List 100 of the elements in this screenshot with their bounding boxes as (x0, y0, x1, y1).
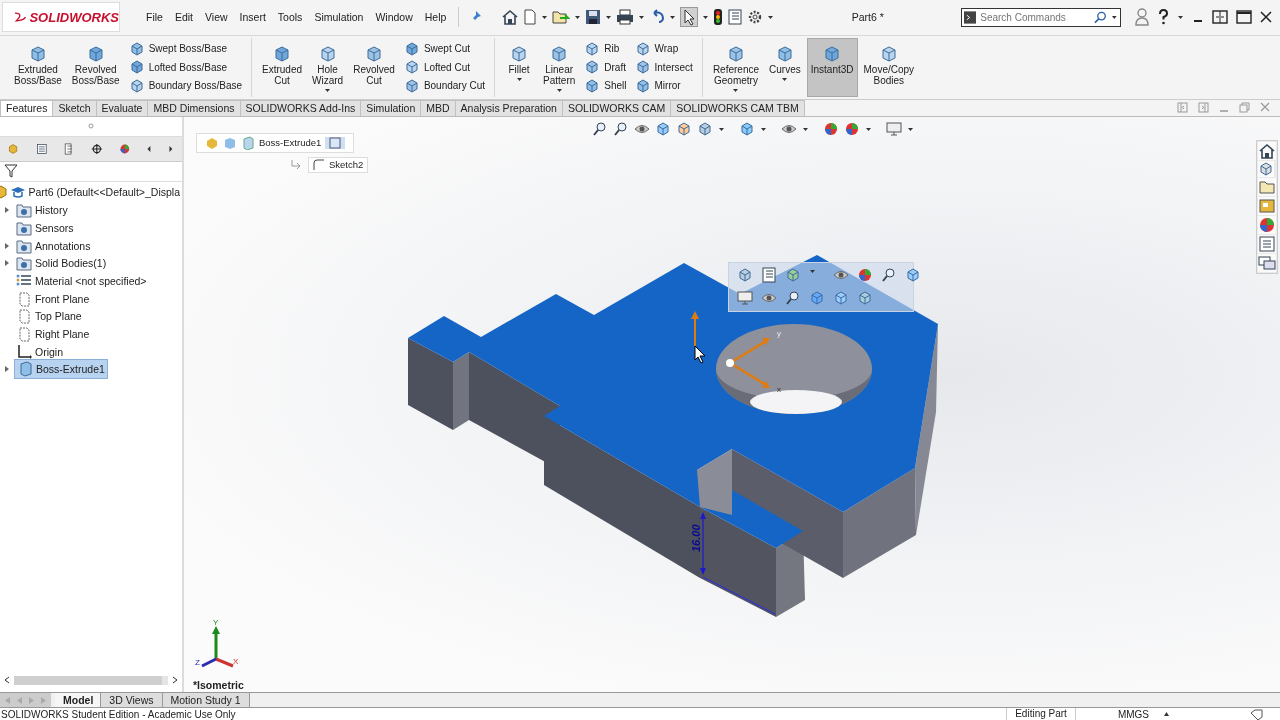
menu-item[interactable]: View (199, 9, 234, 26)
face-icon[interactable] (329, 136, 342, 149)
menu-item[interactable]: File (140, 9, 169, 26)
ribbon-button[interactable]: Revolved Boss/Base (67, 37, 124, 97)
expand-arrow-icon[interactable] (4, 365, 10, 374)
save-icon[interactable] (585, 9, 602, 26)
monitor-icon[interactable] (886, 120, 902, 137)
close-icon[interactable] (1260, 11, 1272, 24)
box-icon[interactable] (739, 120, 755, 137)
breadcrumb-item[interactable]: Boss-Extrude1 (259, 137, 322, 149)
ribbon-button[interactable]: Move/Copy Bodies (859, 37, 919, 97)
sphere-icon[interactable] (857, 266, 873, 283)
tree-item[interactable]: Annotations (14, 236, 93, 255)
magnifier-icon[interactable] (613, 120, 629, 137)
tab[interactable]: Model (55, 693, 102, 708)
caret-icon[interactable] (767, 13, 775, 22)
magnifier-icon[interactable] (785, 289, 801, 306)
monitor-icon[interactable] (737, 289, 753, 306)
box-icon[interactable] (655, 120, 671, 137)
maximize-icon[interactable] (1236, 10, 1252, 25)
tree-item[interactable]: Front Plane (14, 289, 92, 308)
ribbon-button[interactable]: Extruded Boss/Base (10, 37, 66, 97)
expand-arrow-icon[interactable] (4, 241, 10, 250)
print-icon[interactable] (616, 9, 635, 26)
tab[interactable]: Motion Study 1 (162, 693, 250, 708)
ribbon-button[interactable]: Lofted Cut (400, 58, 489, 77)
ribbon-button[interactable]: Mirror (631, 76, 696, 95)
ribbon-button[interactable]: Shell (581, 76, 630, 95)
tree-item[interactable]: Solid Bodies(1) (14, 254, 109, 273)
caret-icon[interactable] (574, 13, 582, 22)
magnifier-icon[interactable] (881, 266, 897, 283)
traffic-light-icon[interactable] (713, 8, 724, 27)
tag-icon[interactable] (1250, 708, 1264, 720)
dimension-line[interactable] (700, 511, 776, 615)
axis-arrows-drawing[interactable] (726, 337, 770, 388)
folder-icon[interactable] (1258, 177, 1276, 196)
ribbon-button[interactable]: Draft (581, 58, 630, 77)
tile-icon[interactable] (1212, 10, 1228, 25)
breadcrumb-item[interactable]: Sketch2 (308, 156, 369, 173)
help-icon[interactable] (1157, 9, 1169, 26)
box-icon[interactable] (1258, 160, 1274, 177)
ribbon-button[interactable]: Hole Wizard (308, 37, 348, 97)
filter-icon[interactable] (4, 164, 18, 179)
ribbon-button[interactable]: Swept Cut (400, 39, 489, 58)
magnifier-icon[interactable] (592, 120, 608, 137)
caret-icon[interactable] (638, 13, 646, 22)
chat-icon[interactable] (1258, 253, 1276, 272)
list-icon[interactable] (1258, 234, 1276, 253)
tree-item[interactable]: History (14, 201, 70, 220)
scroll-left-icon[interactable] (4, 676, 10, 685)
menu-item[interactable]: Tools (271, 9, 309, 26)
ribbon-button[interactable]: Linear Pattern (539, 37, 580, 97)
ribbon-button[interactable]: Reference Geometry (708, 37, 764, 97)
home-icon[interactable] (501, 8, 520, 27)
sphere-icon[interactable] (1258, 215, 1276, 234)
menu-item[interactable]: Edit (168, 9, 199, 26)
caret-icon[interactable] (702, 13, 710, 22)
units-selector[interactable]: MMGS (1107, 708, 1163, 720)
config-tab-icon[interactable] (63, 140, 75, 157)
tree-item[interactable]: Right Plane (14, 324, 92, 343)
menu-item[interactable]: Window (369, 9, 419, 26)
menu-item[interactable]: Help (418, 9, 453, 26)
ribbon-button[interactable]: Rib (581, 39, 630, 58)
tree-item[interactable]: Material <not specified> (14, 271, 149, 290)
tree-item[interactable]: Boss-Extrude1 (14, 359, 108, 380)
caret-icon[interactable] (1111, 13, 1118, 22)
settings-icon[interactable] (747, 9, 764, 26)
ribbon-button[interactable]: Revolved Cut (349, 37, 399, 97)
ribbon-button[interactable]: Wrap (631, 39, 696, 58)
part-model-drawing[interactable] (408, 254, 938, 617)
search-icon[interactable] (1094, 10, 1108, 25)
ribbon-button[interactable]: Instant3D (806, 37, 858, 97)
grip-icon[interactable] (88, 123, 94, 130)
expand-arrow-icon[interactable] (4, 259, 10, 268)
ribbon-button[interactable]: Curves (765, 37, 805, 97)
tree-item[interactable]: Top Plane (14, 307, 84, 326)
ribbon-button[interactable]: Boundary Cut (400, 76, 489, 95)
home-icon[interactable] (1258, 141, 1276, 160)
caret-icon[interactable] (1177, 13, 1184, 22)
ribbon-button[interactable]: Boundary Boss/Base (125, 76, 245, 95)
triad-drawing[interactable] (201, 625, 234, 667)
menu-item[interactable]: Insert (233, 9, 272, 26)
tab[interactable]: 3D Views (101, 693, 163, 708)
tree-item[interactable]: Origin (14, 342, 65, 361)
box-icon[interactable] (697, 120, 713, 137)
caret-icon[interactable] (541, 13, 549, 22)
palette-icon[interactable] (1258, 196, 1276, 215)
sphere-icon[interactable] (823, 120, 839, 137)
user-icon[interactable] (1135, 8, 1149, 27)
caret-icon[interactable] (669, 13, 677, 22)
ribbon-button[interactable]: Swept Boss/Base (125, 39, 245, 58)
tree-item[interactable]: Sensors (14, 218, 76, 237)
scrollbar-track[interactable] (14, 675, 168, 685)
ribbon-button[interactable]: Extruded Cut (258, 37, 307, 97)
list-icon[interactable] (761, 266, 777, 283)
box-icon[interactable] (676, 120, 692, 137)
menu-item[interactable]: Simulation (308, 9, 370, 26)
caret-up-icon[interactable] (1163, 710, 1170, 718)
scroll-right-icon[interactable] (172, 676, 178, 685)
search-box[interactable]: Search Commands (961, 7, 1121, 27)
